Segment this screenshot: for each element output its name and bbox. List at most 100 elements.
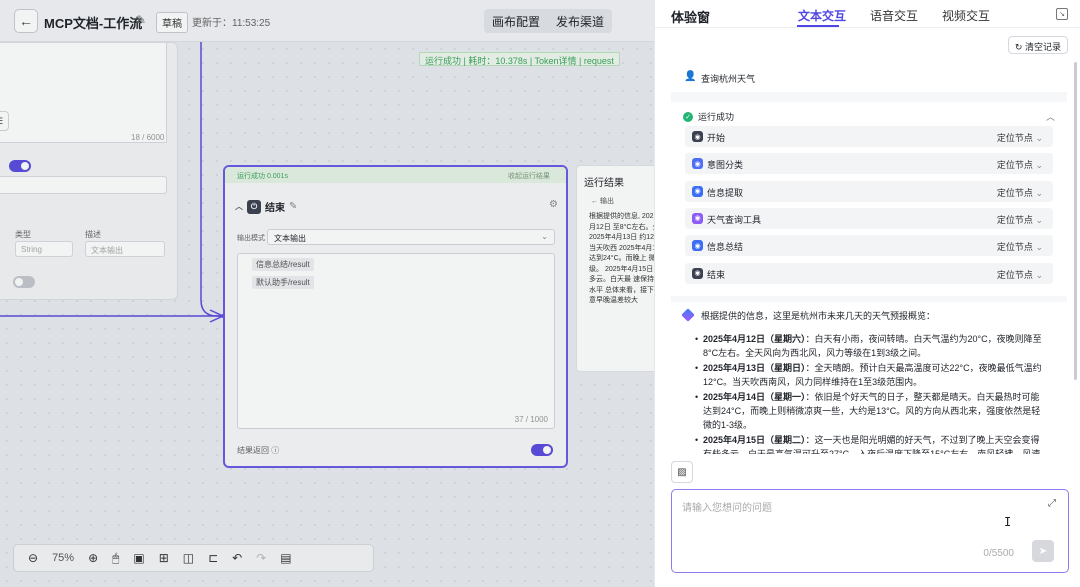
- interaction-tabs: 文本交互 语音交互 视频交互: [798, 7, 990, 24]
- locate-node-label: 定位节点: [996, 187, 1033, 198]
- zoom-out-icon[interactable]: ⊖: [28, 551, 38, 565]
- branch-icon[interactable]: ⊏: [208, 551, 218, 565]
- step-row[interactable]: ◉ 意图分类 定位节点 ⌄: [685, 153, 1053, 175]
- list-icon[interactable]: ☰: [0, 111, 9, 131]
- image-icon: ▨: [677, 466, 687, 478]
- forecast-date: 2025年4月13日（星期日）: [703, 363, 806, 373]
- locate-node-link[interactable]: 定位节点 ⌄: [997, 240, 1043, 253]
- run-status-bar[interactable]: 运行成功 | 耗时：10.378s | Token详情 | request: [419, 52, 620, 66]
- locate-node-link[interactable]: 定位节点 ⌄: [997, 268, 1043, 281]
- desc-input[interactable]: 文本输出: [85, 241, 165, 257]
- chevron-down-icon: ⌄: [1035, 242, 1043, 253]
- output-mode-select[interactable]: 文本输出 ⌄: [267, 229, 555, 245]
- expand-icon[interactable]: ↘: [1056, 8, 1068, 20]
- mouse-icon[interactable]: 🖱: [112, 551, 119, 566]
- gear-icon[interactable]: ⚙: [549, 199, 558, 210]
- help-icon: ⓘ: [271, 446, 280, 455]
- toggle-off[interactable]: [13, 276, 35, 288]
- step-row[interactable]: ◉ 信息总结 定位节点 ⌄: [685, 235, 1053, 257]
- locate-node-label: 定位节点: [996, 133, 1033, 143]
- left-node-panel[interactable]: 18 / 6000 ☰ 类型 描述 String 文本输出: [0, 42, 178, 300]
- edit-icon[interactable]: ✎: [289, 201, 297, 212]
- header-divider: [655, 27, 1080, 28]
- layout-icon[interactable]: ◫: [183, 551, 194, 565]
- col-type-label: 类型: [15, 230, 31, 239]
- step-row[interactable]: ◉ 信息提取 定位节点 ⌄: [685, 180, 1053, 202]
- prompt-textarea[interactable]: [0, 43, 167, 143]
- locate-node-label: 定位节点: [996, 214, 1033, 225]
- collapse-result-link[interactable]: 收起运行结果: [508, 171, 550, 181]
- workflow-canvas[interactable]: ← MCP文档-工作流 ✎ 草稿 更新于：11:53:25 画布配置 发布渠道 …: [0, 0, 654, 587]
- message-list[interactable]: 👤 查询杭州天气 ✓ 运行成功 ︿ ◉ 开始 定位节点 ⌄ ◉ 意图分类 定位节点 ⌄ ◉ 信…: [671, 62, 1067, 454]
- user-message: 👤 查询杭州天气: [671, 62, 1067, 92]
- end-node-status-text: 运行成功 0.001s: [237, 173, 288, 180]
- clear-history-button[interactable]: ↻ 清空记录: [1007, 36, 1068, 54]
- refresh-icon: ↻: [1014, 42, 1023, 52]
- minimap-icon[interactable]: ⊞: [159, 551, 169, 565]
- assistant-logo-icon: [681, 308, 695, 322]
- chevron-down-icon: ⌄: [1035, 214, 1043, 225]
- node-icon: ◉: [692, 131, 703, 142]
- clear-history-label: 清空记录: [1024, 42, 1061, 52]
- output-template-area[interactable]: 信息总结/result 默认助手/result 37 / 1000: [237, 253, 555, 429]
- notes-icon[interactable]: ▤: [280, 551, 291, 565]
- chevron-up-icon[interactable]: ︿: [1046, 110, 1055, 123]
- tab-text[interactable]: 文本交互: [798, 7, 846, 24]
- step-row[interactable]: ◉ 结束 定位节点 ⌄: [685, 262, 1053, 284]
- col-desc-label: 描述: [85, 230, 101, 239]
- fit-view-icon[interactable]: ▣: [133, 551, 144, 565]
- left-select[interactable]: [0, 176, 167, 194]
- forecast-date: 2025年4月12日（星期六）: [703, 334, 806, 344]
- tab-video[interactable]: 视频交互: [942, 7, 990, 24]
- run-result-body: 根据提供的信息, 2025年4月12日 至8°C左右。全天 2025年4月13日…: [589, 213, 654, 304]
- check-circle-icon: ✓: [683, 111, 693, 122]
- node-icon: ◉: [692, 212, 703, 224]
- var-tag: 默认助手/result: [252, 276, 314, 289]
- chevron-up-icon[interactable]: ︿: [235, 201, 243, 212]
- end-node[interactable]: 运行成功 0.001s 收起运行结果 ︿ ⏻ 结束 ✎ ⚙ 输出模式 文本输出 …: [223, 165, 568, 468]
- chevron-down-icon: ⌄: [1035, 160, 1043, 171]
- template-count: 37 / 1000: [514, 415, 548, 424]
- redo-icon[interactable]: ↷: [256, 551, 266, 565]
- forecast-item: 2025年4月12日（星期六）：白天有小雨，夜间转晴。白天气温约为20°C，夜晚…: [695, 332, 1047, 360]
- step-name: 意图分类: [707, 160, 744, 171]
- locate-node-link[interactable]: 定位节点 ⌄: [997, 158, 1043, 171]
- end-node-title: 结束: [265, 203, 285, 214]
- chat-input-box: ⤢ I 0/5500 ➤: [671, 489, 1069, 573]
- end-node-header: ︿ ⏻ 结束 ✎: [235, 199, 297, 214]
- step-name: 开始: [707, 133, 726, 143]
- result-return-toggle[interactable]: [531, 444, 553, 456]
- scrollbar[interactable]: [1074, 62, 1077, 380]
- image-upload-button[interactable]: ▨: [671, 461, 693, 483]
- run-result-title: 运行结果: [584, 178, 624, 189]
- step-row[interactable]: ◉ 天气查询工具 定位节点 ⌄: [685, 207, 1053, 229]
- forecast-item: 2025年4月15日（星期二）：这一天也是阳光明媚的好天气，不过到了晚上天空会变…: [695, 433, 1047, 454]
- run-result-output-tab[interactable]: ← 输出: [591, 196, 614, 206]
- locate-node-link[interactable]: 定位节点 ⌄: [997, 213, 1043, 226]
- locate-node-label: 定位节点: [996, 242, 1033, 253]
- output-mode-label: 输出模式: [237, 235, 265, 242]
- chevron-down-icon: ⌄: [541, 232, 548, 241]
- chevron-down-icon: ⌄: [1035, 187, 1043, 198]
- step-name: 天气查询工具: [707, 214, 762, 225]
- type-select[interactable]: String: [15, 241, 73, 257]
- fullscreen-icon[interactable]: ⤢: [1048, 498, 1056, 509]
- undo-icon[interactable]: ↶: [232, 551, 242, 565]
- step-row[interactable]: ◉ 开始 定位节点 ⌄: [685, 126, 1053, 147]
- locate-node-link[interactable]: 定位节点 ⌄: [997, 131, 1043, 144]
- run-trace-status: 运行成功: [698, 112, 735, 122]
- node-icon: ◉: [692, 185, 703, 197]
- zoom-in-icon[interactable]: ⊕: [88, 551, 98, 565]
- forecast-date: 2025年4月15日（星期二）: [703, 435, 806, 445]
- toggle-on[interactable]: [9, 160, 31, 172]
- answer-intro: 根据提供的信息，这里是杭州市未来几天的天气预报概览：: [701, 311, 936, 321]
- send-button[interactable]: ➤: [1032, 540, 1054, 562]
- locate-node-link[interactable]: 定位节点 ⌄: [997, 186, 1043, 199]
- locate-node-label: 定位节点: [996, 269, 1033, 280]
- input-count: 0/5500: [983, 548, 1014, 559]
- node-icon: ◉: [692, 267, 703, 279]
- run-trace-header: ✓ 运行成功: [683, 110, 734, 123]
- forecast-item: 2025年4月14日（星期一）：依旧是个好天气的日子，整天都是晴天。白天最热时可…: [695, 390, 1047, 432]
- run-trace-card: ✓ 运行成功 ︿ ◉ 开始 定位节点 ⌄ ◉ 意图分类 定位节点 ⌄ ◉ 信息提取 定位节点 ⌄…: [671, 102, 1067, 296]
- tab-voice[interactable]: 语音交互: [870, 7, 918, 24]
